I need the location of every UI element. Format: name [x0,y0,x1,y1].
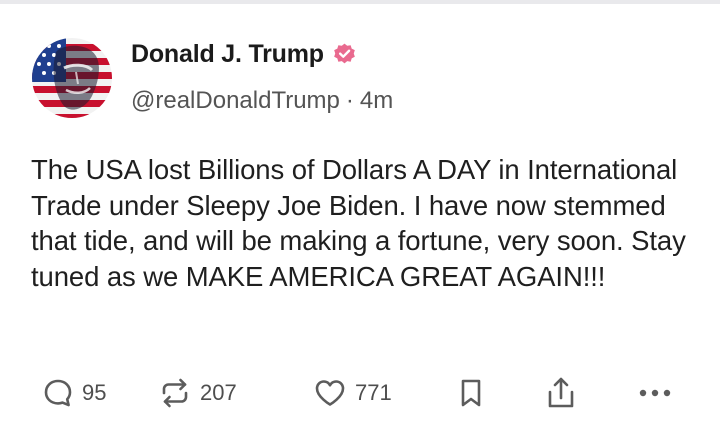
post-timestamp[interactable]: 4m [360,87,393,114]
bookmark-icon [461,379,481,407]
author-name[interactable]: Donald J. Trump [131,40,324,69]
avatar-image [32,38,112,118]
author-handle[interactable]: @realDonaldTrump [131,87,340,114]
more-options-icon [639,389,671,397]
repost-icon [162,378,188,408]
author-name-row: Donald J. Trump [131,40,357,69]
separator-dot: · [345,87,354,114]
heart-icon [315,380,345,406]
reply-icon [44,379,72,407]
share-icon [548,377,574,408]
repost-count: 207 [200,380,237,405]
bookmark-button[interactable] [457,370,485,416]
like-count: 771 [355,380,392,405]
reply-count: 95 [82,380,107,405]
action-bar: 95 207 771 [0,370,720,416]
post-card: Donald J. Trump @realDonaldTrump · 4m The … [0,0,720,429]
more-options-button[interactable] [638,370,672,416]
like-button[interactable]: 771 [313,370,392,416]
repost-button[interactable]: 207 [158,370,237,416]
verified-badge-icon [332,42,357,67]
avatar[interactable] [32,38,112,118]
reply-button[interactable]: 95 [42,370,106,416]
share-button[interactable] [545,370,577,416]
post-text: The USA lost Billions of Dollars A DAY i… [31,154,686,292]
handle-row: @realDonaldTrump · 4m [131,87,393,115]
